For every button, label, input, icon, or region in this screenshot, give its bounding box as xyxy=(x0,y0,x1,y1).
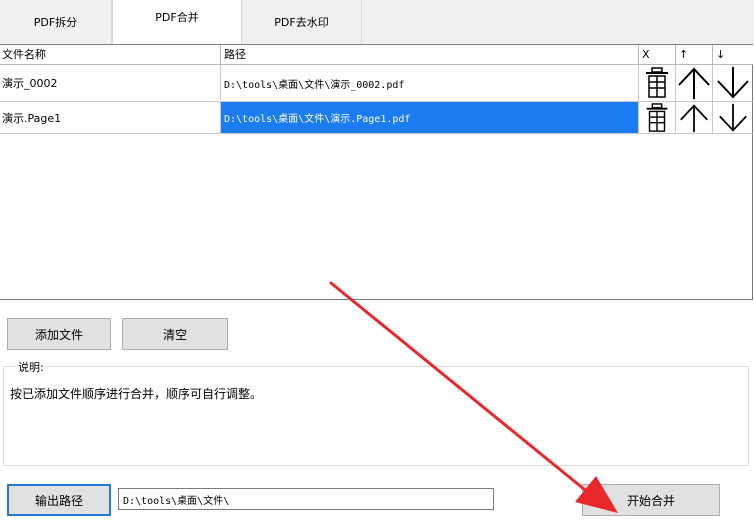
instructions-group: 说明: 按已添加文件顺序进行合并，顺序可自行调整。 xyxy=(3,359,749,466)
row-1-path[interactable]: D:\tools\桌面\文件\演示_0002.pdf xyxy=(221,65,639,102)
output-path-button[interactable]: 输出路径 xyxy=(7,484,111,516)
column-header-delete[interactable]: X xyxy=(639,45,676,65)
tab-strip: PDF拆分 PDF合并 PDF去水印 xyxy=(0,0,754,46)
file-grid[interactable]: 文件名称 路径 X ↑ ↓ 演示_0002 D:\tools\桌面\文件\演示_… xyxy=(0,44,753,300)
clear-button[interactable]: 清空 xyxy=(122,318,228,350)
column-header-down[interactable]: ↓ xyxy=(713,45,753,65)
trash-icon xyxy=(646,102,668,132)
row-2-move-up-button[interactable] xyxy=(676,102,713,134)
column-header-path[interactable]: 路径 xyxy=(221,45,639,65)
row-1-name[interactable]: 演示_0002 xyxy=(0,65,221,102)
column-header-name[interactable]: 文件名称 xyxy=(0,45,221,65)
instructions-title: 说明: xyxy=(16,359,46,375)
row-1-move-up-button[interactable] xyxy=(676,65,713,102)
row-2-delete-button[interactable] xyxy=(639,102,676,134)
start-merge-button[interactable]: 开始合并 xyxy=(582,484,720,516)
trash-icon xyxy=(646,67,668,98)
arrow-up-icon xyxy=(678,67,710,99)
row-2-move-down-button[interactable] xyxy=(713,102,753,134)
row-1-delete-button[interactable] xyxy=(639,65,676,102)
tab-pdf-split[interactable]: PDF拆分 xyxy=(0,0,112,44)
row-2-path[interactable]: D:\tools\桌面\文件\演示.Page1.pdf xyxy=(221,102,639,134)
add-file-button[interactable]: 添加文件 xyxy=(7,318,111,350)
arrow-down-icon xyxy=(717,67,749,99)
instructions-text: 按已添加文件顺序进行合并，顺序可自行调整。 xyxy=(10,387,263,401)
arrow-up-icon xyxy=(680,103,708,132)
arrow-down-icon xyxy=(719,103,747,132)
row-1-move-down-button[interactable] xyxy=(713,65,753,102)
row-2-name[interactable]: 演示.Page1 xyxy=(0,102,221,134)
output-path-input[interactable]: D:\tools\桌面\文件\ xyxy=(118,488,494,510)
tab-pdf-remove-watermark[interactable]: PDF去水印 xyxy=(242,0,362,44)
tab-pdf-merge[interactable]: PDF合并 xyxy=(112,0,242,46)
column-header-up[interactable]: ↑ xyxy=(676,45,713,65)
